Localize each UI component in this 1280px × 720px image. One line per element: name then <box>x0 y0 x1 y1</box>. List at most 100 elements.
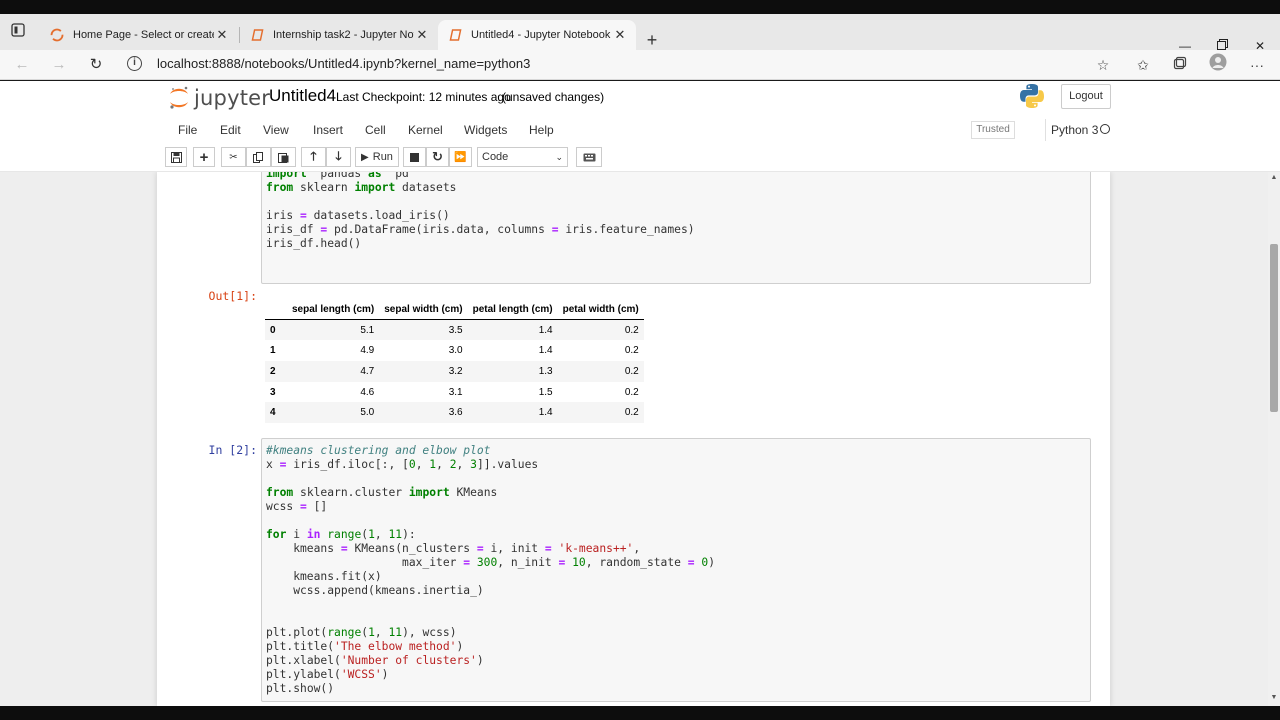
code-token: plt <box>266 640 287 653</box>
menu-insert[interactable]: Insert <box>313 123 343 137</box>
code-token: kmeans <box>266 542 341 555</box>
code-cell-2-input[interactable]: #kmeans clustering and elbow plot x = iri… <box>261 438 1091 702</box>
restart-button[interactable]: ↻ <box>426 147 449 167</box>
scroll-up-icon[interactable]: ▲ <box>1268 174 1280 181</box>
code-token: pd <box>327 223 348 236</box>
code-token: wcss <box>266 500 301 513</box>
browser-tab-internship[interactable]: Internship task2 - Jupyter Notebook ✕ <box>240 20 438 50</box>
cell-type-select[interactable]: Code ⌄ <box>477 147 568 167</box>
code-line: plt.xlabel('Number of clusters') <box>266 654 715 668</box>
code-token: ), wcss) <box>402 626 457 639</box>
profile-avatar-icon[interactable] <box>1206 53 1230 77</box>
code-token: ): <box>402 528 416 541</box>
table-cell: 0.2 <box>624 407 639 419</box>
code-token: 'WCSS' <box>340 668 382 681</box>
tab-actions-icon[interactable] <box>8 23 28 43</box>
code-token: = <box>300 500 307 513</box>
code-token: 'Number of clusters' <box>340 654 477 667</box>
new-tab-icon[interactable]: + <box>642 31 662 51</box>
table-cell: 0.2 <box>624 345 639 357</box>
browser-tab-untitled4[interactable]: Untitled4 - Jupyter Notebook ✕ <box>438 20 636 50</box>
kernel-separator <box>1045 119 1046 141</box>
menu-cell[interactable]: Cell <box>365 123 386 137</box>
refresh-icon[interactable]: ↻ <box>84 53 108 77</box>
browser-tab-home[interactable]: Home Page - Select or create a notebook … <box>40 20 238 50</box>
favorite-star-icon[interactable]: ☆ <box>1091 53 1115 77</box>
dataframe-table: sepal length (cm) sepal width (cm) petal… <box>265 299 644 424</box>
more-menu-icon[interactable]: ··· <box>1245 53 1269 77</box>
jupyter-tab-icon <box>50 28 64 42</box>
close-icon[interactable]: ✕ <box>612 27 628 43</box>
command-palette-button[interactable] <box>576 147 602 167</box>
page-scrollbar[interactable]: ▲ ▼ <box>1268 172 1280 706</box>
interrupt-button[interactable] <box>403 147 426 167</box>
collections-icon[interactable] <box>1168 53 1192 77</box>
jupyter-logo[interactable]: jupyter <box>168 84 270 112</box>
code-token: datasets <box>395 181 457 194</box>
run-button[interactable]: ▶ Run <box>355 147 399 167</box>
insert-cell-button[interactable]: + <box>193 147 215 167</box>
save-icon <box>170 151 182 163</box>
row-index: 0 <box>270 324 276 336</box>
menu-view[interactable]: View <box>263 123 289 137</box>
move-up-button[interactable]: 🡑 <box>301 147 326 167</box>
menu-edit[interactable]: Edit <box>220 123 241 137</box>
close-icon[interactable]: ✕ <box>414 27 430 43</box>
code-token: in <box>306 528 321 541</box>
code-token: pandas <box>306 172 369 180</box>
arrow-down-icon: 🡓 <box>335 148 342 163</box>
code-token: range <box>327 626 362 639</box>
scissors-icon: ✂ <box>229 151 238 163</box>
forward-icon[interactable]: → <box>47 53 71 77</box>
code-token: x <box>266 458 280 471</box>
table-cell: 1.5 <box>538 386 553 398</box>
code-token: kmeans <box>266 570 335 583</box>
paste-cell-button[interactable] <box>271 147 296 167</box>
code-editor[interactable]: import pandas as pd from sklearn import d… <box>266 172 695 251</box>
favorites-icon[interactable]: ✩ <box>1131 53 1155 77</box>
code-token: 0 <box>408 458 416 471</box>
back-icon[interactable]: ← <box>10 53 34 77</box>
restart-run-all-button[interactable]: ⏩ <box>449 147 472 167</box>
code-token: import <box>266 172 307 180</box>
save-button[interactable] <box>165 147 187 167</box>
python-logo-icon <box>1020 84 1044 108</box>
scroll-down-icon[interactable]: ▼ <box>1268 694 1280 701</box>
menu-help[interactable]: Help <box>529 123 554 137</box>
cut-cell-button[interactable]: ✂ <box>221 147 246 167</box>
move-down-button[interactable]: 🡓 <box>326 147 351 167</box>
code-token: title( <box>293 640 335 653</box>
code-token: , <box>374 528 389 541</box>
logout-button[interactable]: Logout <box>1061 84 1111 109</box>
copy-cell-button[interactable] <box>246 147 271 167</box>
code-line: plt.title('The elbow method') <box>266 640 715 654</box>
address-bar-row: ← → ↻ i localhost:8888/notebooks/Untitle… <box>0 50 1280 80</box>
code-token: wcss <box>266 584 321 597</box>
kernel-name[interactable]: Python 3 <box>1051 123 1098 137</box>
tab-title: Home Page - Select or create a notebook <box>73 29 214 41</box>
table-cell: 1.4 <box>538 407 553 419</box>
copy-icon <box>253 151 263 163</box>
notebook-name[interactable]: Untitled4 <box>269 86 336 106</box>
code-token: import <box>408 486 450 499</box>
code-line: iris_df.head() <box>266 237 695 251</box>
menu-kernel[interactable]: Kernel <box>408 123 443 137</box>
code-editor[interactable]: #kmeans clustering and elbow plot x = iri… <box>266 444 715 696</box>
trusted-badge[interactable]: Trusted <box>971 121 1015 139</box>
code-token: , random_state <box>585 556 688 569</box>
menu-widgets[interactable]: Widgets <box>464 123 507 137</box>
url-field[interactable]: localhost:8888/notebooks/Untitled4.ipynb… <box>157 55 530 73</box>
site-info-icon[interactable]: i <box>127 56 142 71</box>
code-token: inertia_) <box>422 584 484 597</box>
code-cell-1-input[interactable]: import pandas as pd from sklearn import d… <box>261 172 1091 284</box>
code-token: 'k-means++' <box>558 542 634 555</box>
code-token: #kmeans clustering and elbow plot <box>266 444 491 457</box>
code-line: plt.plot(range(1, 11), wcss) <box>266 626 715 640</box>
code-token: = <box>551 223 559 236</box>
menu-file[interactable]: File <box>178 123 197 137</box>
code-token: plt <box>266 626 287 639</box>
code-token: , <box>374 626 389 639</box>
close-icon[interactable]: ✕ <box>214 27 230 43</box>
scrollbar-thumb[interactable] <box>1270 244 1278 412</box>
